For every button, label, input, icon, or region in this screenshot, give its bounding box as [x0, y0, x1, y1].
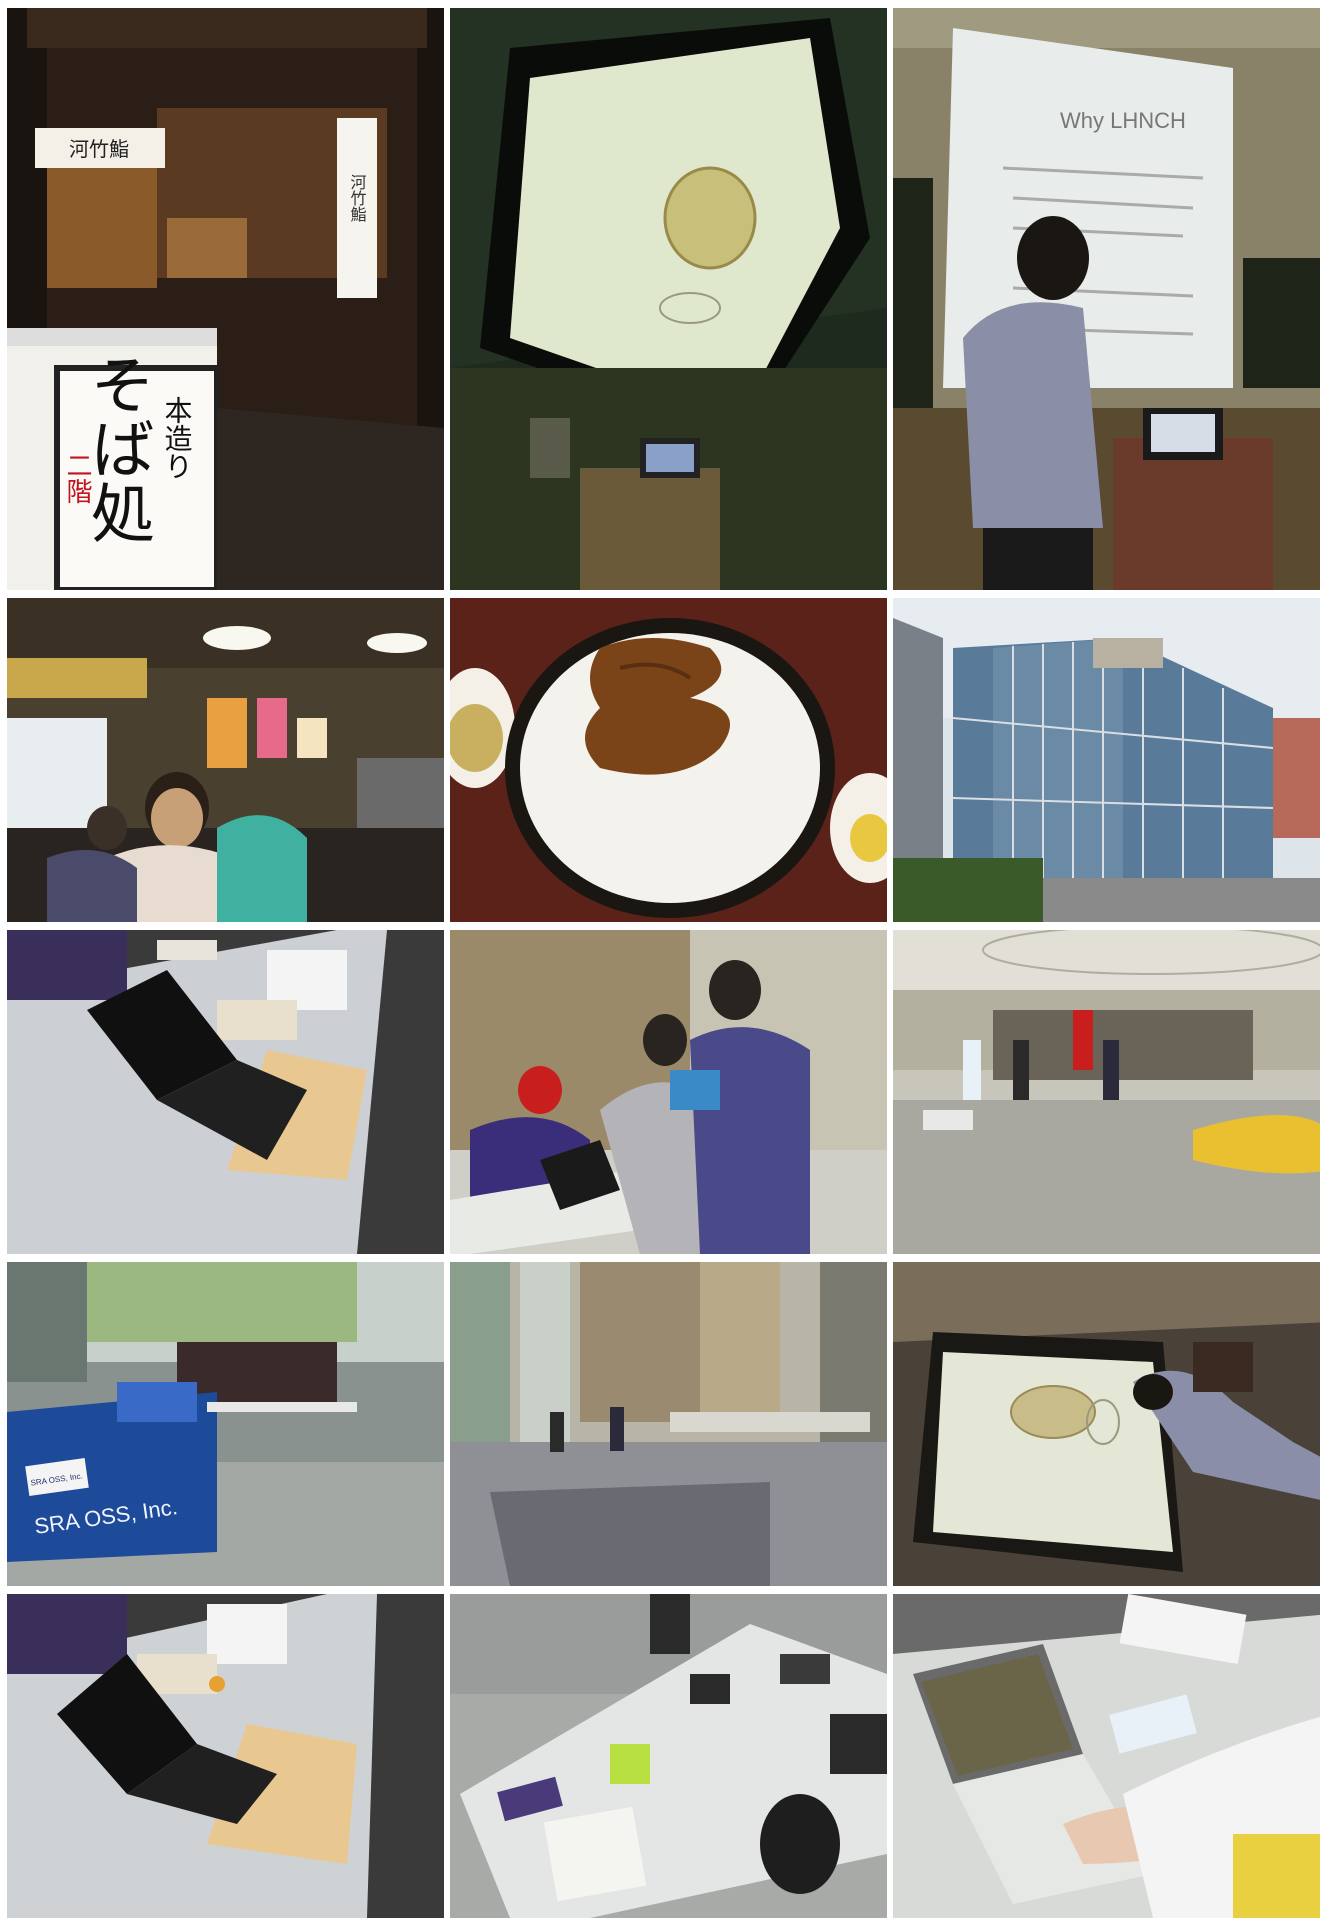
- photo-hands-on-laptop[interactable]: [893, 1594, 1320, 1918]
- photo-projector-screen-pufferfish[interactable]: [450, 8, 887, 590]
- photo-restaurant-interior-diners[interactable]: [7, 598, 444, 922]
- screen-title-text: Why LHNCH: [1060, 108, 1186, 133]
- photo-exhibition-hall[interactable]: [893, 930, 1320, 1254]
- photo-presenter-at-screen[interactable]: Why LHNCH: [893, 8, 1320, 590]
- sign-top-text: 河竹鮨: [69, 137, 129, 161]
- photo-rotated-projector-screen[interactable]: [893, 1262, 1320, 1586]
- photo-sra-oss-booth[interactable]: SRA OSS, Inc. SRA OSS, Inc.: [7, 1262, 444, 1586]
- photo-soba-restaurant-entrance[interactable]: 河竹鮨 河竹鮨 本造り そば処 二階: [7, 8, 444, 590]
- photo-glass-building-exterior[interactable]: [893, 598, 1320, 922]
- photo-table-with-flyers[interactable]: [450, 1594, 887, 1918]
- photo-atrium-hall[interactable]: [450, 1262, 887, 1586]
- photo-booth-visitors[interactable]: [450, 930, 887, 1254]
- sign-side-text: 河竹鮨: [348, 174, 367, 222]
- photo-laptop-on-booth-table-2[interactable]: [7, 1594, 444, 1918]
- lantern-text: 本造り: [161, 396, 194, 480]
- lantern-red-text: 二階: [62, 452, 92, 504]
- lantern-big-text: そば処: [80, 352, 154, 544]
- photo-laptop-on-booth-table[interactable]: [7, 930, 444, 1254]
- photo-grid: 河竹鮨 河竹鮨 本造り そば処 二階 Why LHNCH SRA OSS, In…: [0, 0, 1320, 1930]
- photo-katsu-rice-bowl[interactable]: [450, 598, 887, 922]
